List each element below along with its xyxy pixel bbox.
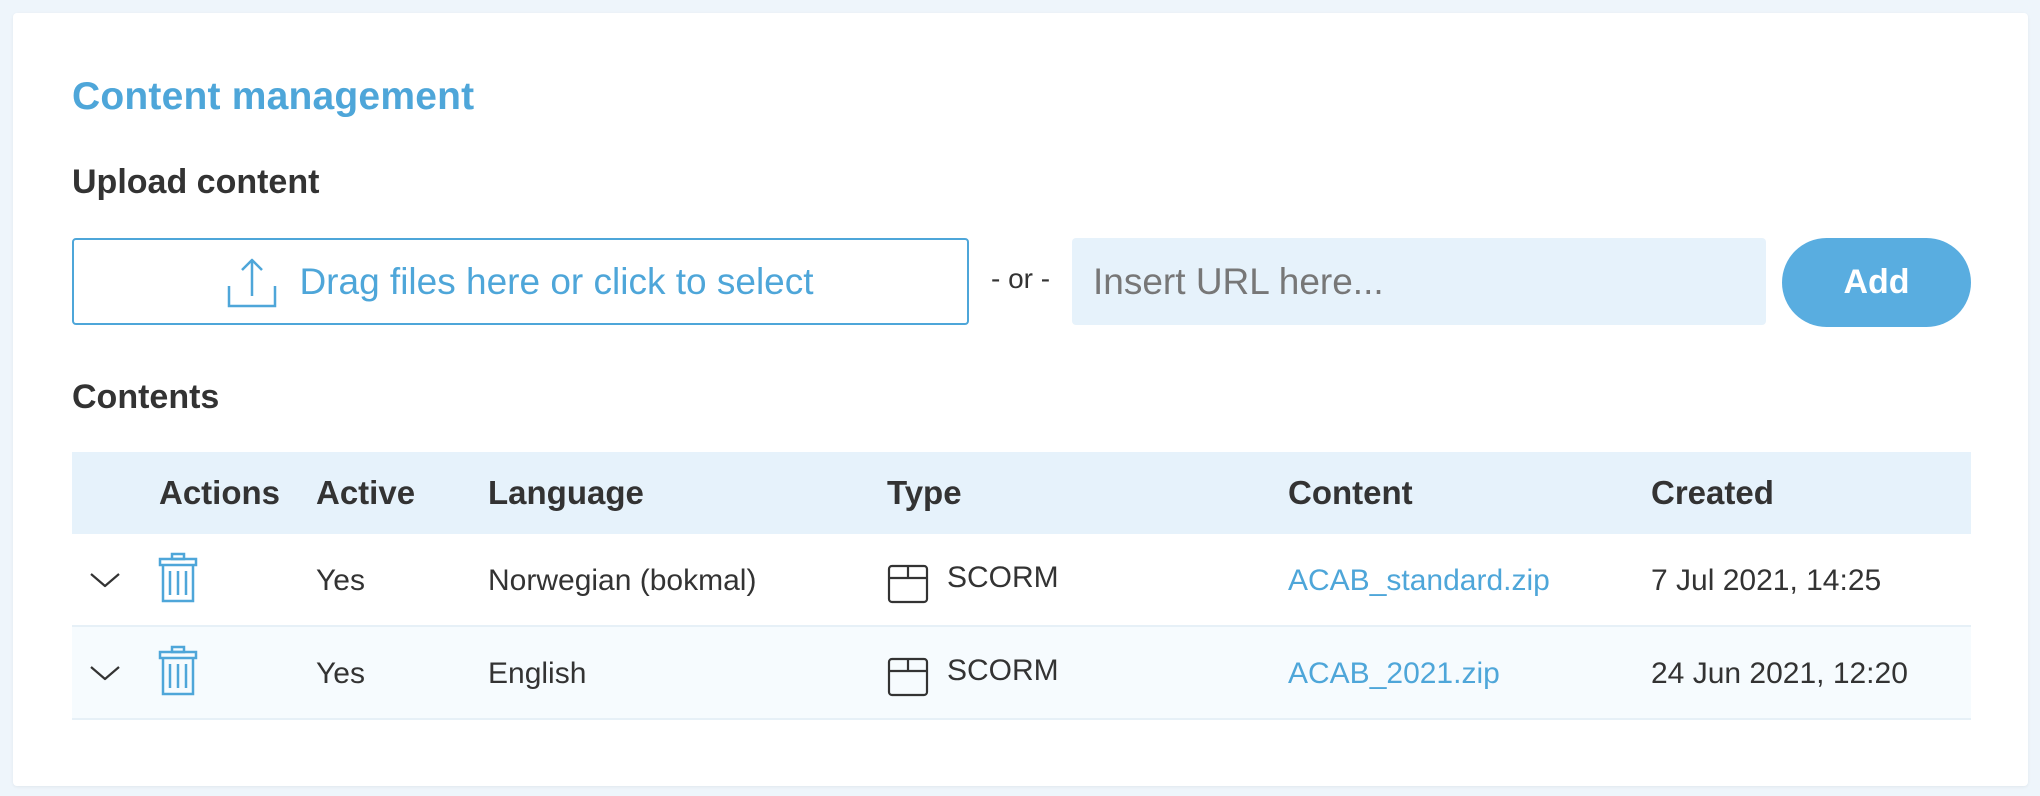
row-type: SCORM — [947, 654, 1059, 687]
row-active: Yes — [316, 657, 365, 690]
page-title: Content management — [72, 75, 475, 118]
package-icon — [887, 657, 929, 697]
column-header-type[interactable]: Type — [887, 452, 962, 534]
row-created: 24 Jun 2021, 12:20 — [1651, 657, 1908, 690]
contents-table: Actions Active Language Type Content Cre… — [72, 452, 1971, 720]
table-row: Yes Norwegian (bokmal) SCORM ACAB_standa… — [72, 534, 1971, 627]
column-header-active[interactable]: Active — [316, 452, 415, 534]
trash-icon[interactable] — [158, 552, 198, 604]
column-header-created[interactable]: Created — [1651, 452, 1774, 534]
row-content-link[interactable]: ACAB_2021.zip — [1288, 627, 1500, 720]
upload-content-heading: Upload content — [72, 163, 320, 201]
table-header: Actions Active Language Type Content Cre… — [72, 452, 1971, 534]
chevron-down-icon[interactable] — [88, 562, 122, 596]
table-row: Yes English SCORM ACAB_2021.zip 24 Jun 2… — [72, 627, 1971, 720]
row-active: Yes — [316, 564, 365, 597]
column-header-actions: Actions — [159, 474, 281, 511]
upload-icon — [227, 256, 277, 308]
contents-heading: Contents — [72, 378, 220, 416]
row-language: Norwegian (bokmal) — [488, 564, 757, 597]
row-content-link[interactable]: ACAB_standard.zip — [1288, 534, 1550, 627]
package-icon — [887, 564, 929, 604]
chevron-down-icon[interactable] — [88, 655, 122, 689]
content-management-card: Content management Upload content Drag f… — [13, 13, 2028, 786]
add-button[interactable]: Add — [1782, 238, 1971, 327]
row-language: English — [488, 657, 587, 690]
row-type: SCORM — [947, 561, 1059, 594]
url-input[interactable] — [1072, 238, 1766, 325]
column-header-content[interactable]: Content — [1288, 452, 1413, 534]
dropzone-label: Drag files here or click to select — [299, 260, 814, 302]
column-header-language[interactable]: Language — [488, 452, 644, 534]
or-separator: - or - — [991, 263, 1051, 294]
row-created: 7 Jul 2021, 14:25 — [1651, 564, 1882, 597]
file-dropzone[interactable]: Drag files here or click to select — [72, 238, 969, 325]
trash-icon[interactable] — [158, 645, 198, 697]
